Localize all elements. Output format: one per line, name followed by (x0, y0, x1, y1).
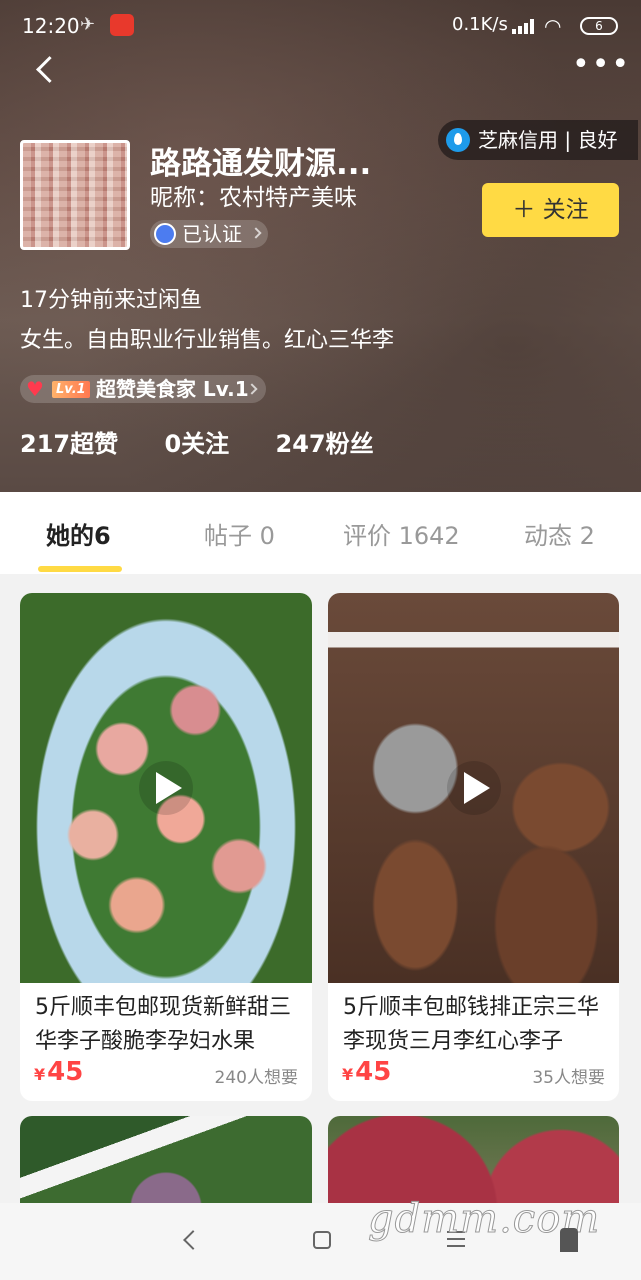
item-card[interactable]: 5斤顺丰包邮钱排正宗三华李现货三月李红心李子 ¥45 35人想要 (328, 593, 619, 1101)
heart-icon: ♥ (26, 377, 44, 401)
badge-title: 超赞美食家 Lv.1 (96, 377, 249, 401)
play-icon[interactable] (463, 772, 490, 804)
avatar[interactable] (20, 140, 130, 250)
sesame-credit-icon (446, 128, 470, 152)
price-value: 45 (355, 1057, 392, 1087)
network-speed: 0.1K/s (452, 14, 508, 35)
active-tab-indicator (38, 566, 122, 572)
bio: 女生。自由职业行业销售。红心三华李 (20, 328, 395, 353)
item-price: ¥45 (34, 1057, 83, 1087)
battery-icon: 6 (580, 17, 618, 35)
item-title: 5斤顺丰包邮现货新鲜甜三华李子酸脆李孕妇水果 (35, 995, 291, 1054)
credit-label: 芝麻信用 | 良好 (478, 128, 618, 152)
app-notification-icon: ✈ (80, 14, 96, 35)
profile-nickname: 昵称：农村特产美味 (150, 185, 357, 211)
item-image-leaves[interactable] (20, 1116, 312, 1216)
item-wants: 35人想要 (532, 1068, 605, 1088)
nav-back-icon[interactable] (183, 1230, 203, 1250)
tab-posts[interactable]: 帖子 0 (204, 516, 275, 551)
back-icon[interactable] (26, 50, 66, 90)
tab-activity[interactable]: 动态 2 (524, 516, 595, 551)
currency-symbol: ¥ (34, 1065, 46, 1084)
wifi-icon: ◠ (544, 14, 562, 38)
status-bar: 12:20 ✈ 0.1K/s ◠ 6 (0, 0, 641, 56)
shield-icon (154, 223, 176, 245)
follow-button[interactable]: ＋ 关注 (482, 183, 619, 237)
profile-name: 路路通发财源... (150, 146, 372, 182)
price-value: 45 (47, 1057, 84, 1087)
foodie-badge[interactable]: ♥ Lv.1 超赞美食家 Lv.1 (20, 375, 266, 403)
item-price: ¥45 (342, 1057, 391, 1087)
currency-symbol: ¥ (342, 1065, 354, 1084)
item-title: 5斤顺丰包邮钱排正宗三华李现货三月李红心李子 (343, 995, 599, 1054)
last-seen: 17分钟前来过闲鱼 (20, 288, 202, 313)
mascot-icon (560, 1228, 578, 1252)
profile-stats: 217超赞 0关注 247粉丝 (20, 424, 412, 459)
verified-badge[interactable]: 已认证 (150, 220, 268, 248)
more-icon[interactable]: ••• (572, 50, 629, 85)
profile-header: 12:20 ✈ 0.1K/s ◠ 6 ••• 路路通发财源... 昵称：农村特产… (0, 0, 641, 492)
profile-tabs: 她的6 帖子 0 评价 1642 动态 2 (0, 492, 641, 574)
item-card-partial[interactable] (20, 1116, 312, 1216)
news-app-icon (110, 14, 134, 36)
chevron-right-icon (250, 227, 262, 239)
sesame-credit-badge[interactable]: 芝麻信用 | 良好 (438, 120, 638, 160)
tab-items[interactable]: 她的6 (46, 516, 111, 551)
play-icon[interactable] (156, 772, 182, 804)
item-wants: 240人想要 (214, 1068, 298, 1088)
stat-following[interactable]: 0关注 (164, 430, 229, 458)
item-card[interactable]: 5斤顺丰包邮现货新鲜甜三华李子酸脆李孕妇水果 ¥45 240人想要 (20, 593, 312, 1101)
stat-likes[interactable]: 217超赞 (20, 430, 118, 458)
level-tag: Lv.1 (52, 381, 90, 398)
signal-icon (512, 18, 536, 34)
stat-fans[interactable]: 247粉丝 (276, 430, 374, 458)
tab-reviews[interactable]: 评价 1642 (343, 516, 460, 551)
verified-label: 已认证 (182, 222, 242, 246)
status-time: 12:20 (22, 14, 80, 38)
nav-home-icon[interactable] (313, 1231, 331, 1249)
